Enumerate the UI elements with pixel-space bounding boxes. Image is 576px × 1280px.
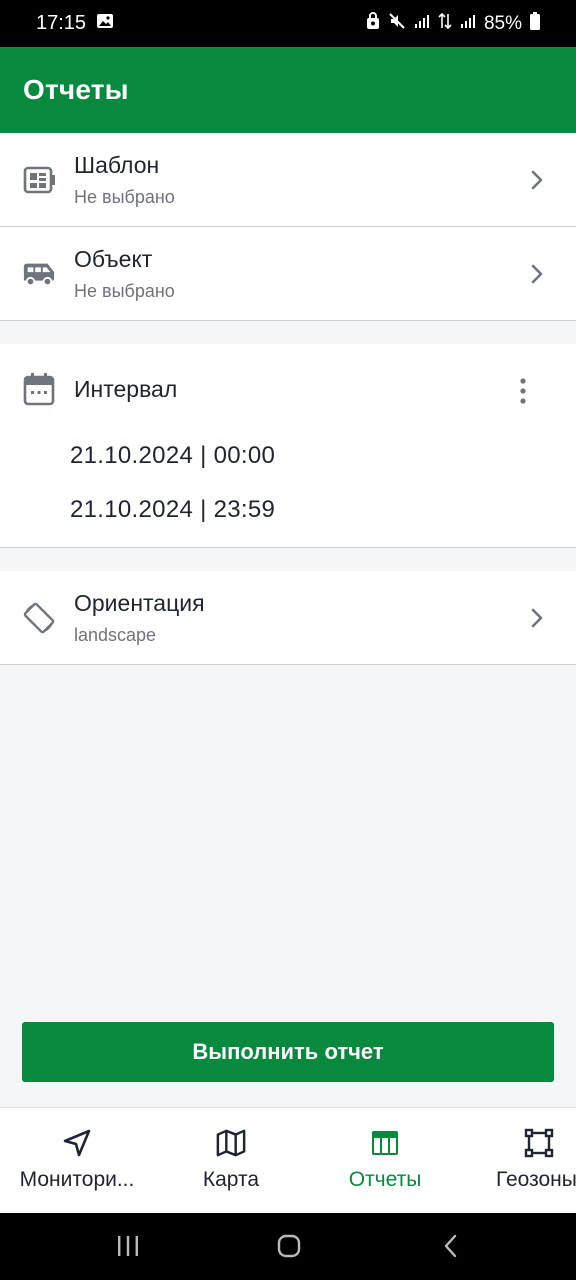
- geofence-square-icon: [524, 1128, 554, 1158]
- van-icon: [22, 257, 56, 291]
- signal-2-icon: [460, 13, 476, 35]
- template-title: Шаблон: [74, 151, 160, 178]
- interval-header: Интервал: [0, 370, 576, 410]
- chevron-right-icon: [530, 168, 544, 192]
- interval-start[interactable]: 21.10.2024 | 00:00: [70, 442, 275, 470]
- interval-title: Интервал: [74, 376, 178, 402]
- clock: 17:15: [36, 12, 87, 34]
- template-icon: [22, 163, 56, 197]
- vpn-icon: [366, 11, 380, 36]
- object-row[interactable]: Объект Не выбрано: [0, 227, 576, 321]
- battery-percent: 85%: [483, 12, 522, 34]
- status-bar: 17:15 85%: [0, 0, 576, 47]
- bottom-navigation: Монитори... Карта Отчеты Геозоны: [0, 1107, 576, 1213]
- orientation-row[interactable]: Ориентация landscape: [0, 571, 576, 665]
- object-value: Не выбрано: [74, 280, 175, 301]
- status-right: 85%: [366, 11, 540, 36]
- page-title: Отчеты: [23, 74, 129, 105]
- nav-map-label: Карта: [202, 1168, 260, 1191]
- nav-reports[interactable]: Отчеты: [324, 1108, 446, 1214]
- calendar-icon: [22, 372, 56, 406]
- mute-icon: [388, 12, 406, 36]
- battery-icon: [530, 11, 540, 36]
- interval-card: Интервал 21.10.2024 | 00:00 21.10.2024 |…: [0, 344, 576, 548]
- navigation-arrow-icon: [62, 1128, 92, 1158]
- nav-geofences-label: Геозоны: [496, 1168, 576, 1191]
- chevron-right-icon: [530, 606, 544, 630]
- home-icon[interactable]: [274, 1231, 304, 1261]
- system-navigation-bar: [0, 1213, 576, 1280]
- table-icon: [370, 1128, 400, 1158]
- recent-apps-icon[interactable]: [113, 1231, 143, 1261]
- status-left: 17:15: [36, 12, 114, 35]
- nav-map[interactable]: Карта: [170, 1108, 292, 1214]
- nav-monitoring-label: Монитори...: [19, 1168, 135, 1191]
- interval-end[interactable]: 21.10.2024 | 23:59: [70, 496, 275, 524]
- run-report-button[interactable]: Выполнить отчет: [22, 1022, 554, 1082]
- orientation-value: landscape: [74, 624, 157, 645]
- template-row[interactable]: Шаблон Не выбрано: [0, 133, 576, 227]
- gallery-notification-icon: [96, 12, 114, 35]
- rotate-screen-icon: [22, 601, 56, 635]
- more-options-icon[interactable]: [518, 378, 528, 404]
- nav-geofences[interactable]: Геозоны: [478, 1108, 576, 1214]
- app-bar: Отчеты: [0, 47, 576, 133]
- back-icon[interactable]: [436, 1231, 466, 1261]
- nav-monitoring[interactable]: Монитори...: [16, 1108, 138, 1214]
- chevron-right-icon: [530, 262, 544, 286]
- signal-icon: [414, 13, 430, 35]
- nav-reports-label: Отчеты: [348, 1168, 422, 1191]
- data-transfer-icon: [438, 12, 452, 36]
- map-icon: [216, 1128, 246, 1158]
- template-value: Не выбрано: [74, 186, 175, 207]
- orientation-title: Ориентация: [74, 589, 205, 616]
- object-title: Объект: [74, 245, 153, 272]
